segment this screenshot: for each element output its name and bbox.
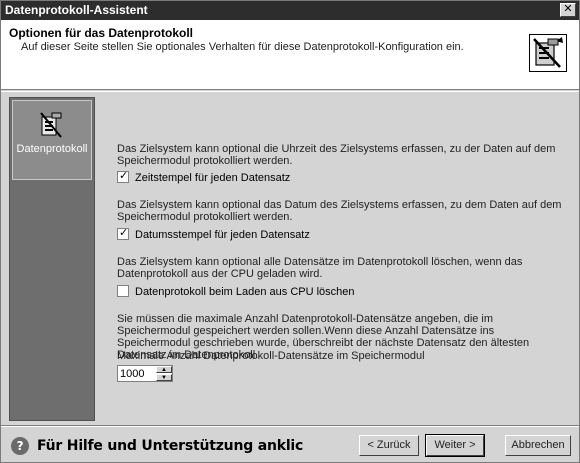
datalog-icon — [39, 111, 65, 139]
datestamp-checkbox[interactable]: ✓ — [117, 227, 129, 241]
date-description: Das Zielsystem kann optional das Datum d… — [117, 199, 562, 223]
back-button[interactable]: < Zurück — [359, 435, 419, 456]
arrow-up-icon: ▲ — [161, 367, 167, 373]
time-description: Das Zielsystem kann optional die Uhrzeit… — [117, 143, 556, 167]
sidebar-item-label: Datenprotokoll — [16, 143, 88, 155]
max-records-label: Maximale Anzahl Datenprotokoll-Datensätz… — [117, 350, 425, 362]
timestamp-checkbox[interactable]: ✓ — [117, 170, 129, 184]
sidebar: Datenprotokoll — [9, 97, 95, 421]
timestamp-option[interactable]: ✓ Zeitstempel für jeden Datensatz — [117, 170, 291, 186]
stepper-up-button[interactable]: ▲ — [156, 366, 172, 373]
timestamp-label: Zeitstempel für jeden Datensatz — [135, 172, 291, 184]
close-icon: ✕ — [563, 3, 573, 15]
options-panel: Das Zielsystem kann optional die Uhrzeit… — [97, 97, 575, 421]
help-icon: ? — [11, 437, 29, 455]
close-button[interactable]: ✕ — [560, 3, 576, 17]
sidebar-item-datenprotokoll[interactable]: Datenprotokoll — [12, 100, 92, 180]
header-separator — [1, 91, 579, 93]
stepper-down-button[interactable]: ▼ — [156, 374, 172, 381]
help-text: Für Hilfe und Unterstützung anklic — [37, 438, 304, 454]
arrow-down-icon: ▼ — [161, 375, 167, 381]
datalog-wizard-icon — [529, 34, 567, 72]
check-icon: ✓ — [119, 170, 129, 183]
footer-separator — [1, 425, 579, 427]
title-bar[interactable]: Datenprotokoll-Assistent ✕ — [1, 1, 579, 20]
delete-description: Das Zielsystem kann optional alle Datens… — [117, 256, 523, 280]
delete-label: Datenprotokoll beim Laden aus CPU lösche… — [135, 286, 355, 298]
max-records-input[interactable] — [120, 367, 154, 381]
stepper-buttons: ▲ ▼ — [156, 366, 172, 381]
wizard-window: Datenprotokoll-Assistent ✕ Optionen für … — [0, 0, 580, 463]
delete-checkbox[interactable] — [117, 285, 129, 298]
delete-option[interactable]: Datenprotokoll beim Laden aus CPU lösche… — [117, 285, 355, 300]
cancel-button[interactable]: Abbrechen — [505, 435, 571, 456]
help-link[interactable]: ? Für Hilfe und Unterstützung anklic — [11, 435, 303, 457]
next-button[interactable]: Weiter > — [425, 434, 485, 457]
page-subtitle: Auf dieser Seite stellen Sie optionales … — [21, 41, 464, 53]
max-records-stepper[interactable]: ▲ ▼ — [117, 365, 173, 382]
window-title: Datenprotokoll-Assistent — [5, 3, 148, 17]
wizard-header: Optionen für das Datenprotokoll Auf dies… — [1, 20, 579, 90]
check-icon: ✓ — [119, 227, 129, 240]
page-title: Optionen für das Datenprotokoll — [9, 26, 194, 40]
datestamp-label: Datumsstempel für jeden Datensatz — [135, 229, 310, 241]
datestamp-option[interactable]: ✓ Datumsstempel für jeden Datensatz — [117, 227, 310, 243]
